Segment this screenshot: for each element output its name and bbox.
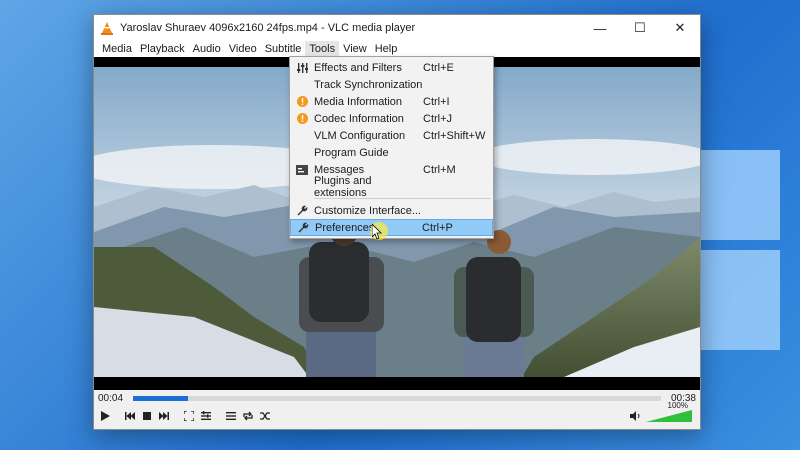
menu-item-label: Effects and Filters bbox=[314, 61, 402, 74]
previous-icon[interactable] bbox=[123, 409, 137, 423]
close-button[interactable]: ✕ bbox=[660, 15, 700, 41]
menu-item-program-guide[interactable]: Program Guide bbox=[290, 144, 493, 161]
menu-item-label: VLM Configuration bbox=[314, 129, 406, 142]
volume-percent: 100% bbox=[667, 401, 688, 410]
info-icon bbox=[290, 113, 314, 124]
menu-video[interactable]: Video bbox=[225, 41, 261, 57]
equalizer-icon bbox=[290, 62, 314, 73]
window-title: Yaroslav Shuraev 4096x2160 24fps.mp4 - V… bbox=[120, 22, 416, 34]
menu-item-label: Preferences bbox=[315, 221, 375, 234]
playlist-icon[interactable] bbox=[224, 409, 238, 423]
volume-control[interactable]: 100% bbox=[630, 401, 692, 422]
menu-item-customize-interface[interactable]: Customize Interface... bbox=[290, 202, 493, 219]
mouse-pointer-icon bbox=[372, 224, 382, 240]
windows-logo bbox=[700, 150, 780, 350]
title-bar[interactable]: Yaroslav Shuraev 4096x2160 24fps.mp4 - V… bbox=[94, 15, 700, 41]
menu-item-effects-and-filters[interactable]: Effects and Filters Ctrl+E bbox=[290, 59, 493, 76]
extended-settings-icon[interactable] bbox=[199, 409, 213, 423]
shuffle-icon[interactable] bbox=[258, 409, 272, 423]
seek-bar[interactable] bbox=[133, 395, 661, 401]
menu-media[interactable]: Media bbox=[98, 41, 136, 57]
menu-item-codec-information[interactable]: Codec Information Ctrl+J bbox=[290, 110, 493, 127]
tools-menu: Effects and Filters Ctrl+E Track Synchroni… bbox=[289, 56, 494, 239]
menu-audio[interactable]: Audio bbox=[189, 41, 225, 57]
menu-subtitle[interactable]: Subtitle bbox=[261, 41, 306, 57]
menu-item-label: Plugins and extensions bbox=[314, 174, 372, 199]
elapsed-time: 00:04 bbox=[98, 392, 124, 404]
menu-item-shortcut: Ctrl+J bbox=[423, 112, 453, 125]
menu-item-plugins-and-extensions[interactable]: Plugins and extensions bbox=[290, 175, 493, 199]
menu-help[interactable]: Help bbox=[371, 41, 402, 57]
fullscreen-icon[interactable] bbox=[182, 409, 196, 423]
messages-icon bbox=[290, 164, 314, 175]
menu-item-label: Codec Information bbox=[314, 112, 404, 125]
menu-item-label: Program Guide bbox=[314, 146, 389, 159]
play-icon[interactable] bbox=[98, 409, 112, 423]
vlc-cone-icon bbox=[101, 22, 113, 35]
menu-bar: Media Playback Audio Video Subtitle Tool… bbox=[94, 41, 700, 57]
loop-icon[interactable] bbox=[241, 409, 255, 423]
minimize-button[interactable]: — bbox=[580, 15, 620, 41]
info-icon bbox=[290, 96, 314, 107]
menu-playback[interactable]: Playback bbox=[136, 41, 189, 57]
menu-item-shortcut: Ctrl+M bbox=[423, 163, 456, 176]
menu-item-label: Media Information bbox=[314, 95, 403, 108]
menu-item-shortcut: Ctrl+P bbox=[422, 221, 453, 234]
menu-item-label: Track Synchronization bbox=[314, 78, 423, 91]
menu-item-track-synchronization[interactable]: Track Synchronization bbox=[290, 76, 493, 93]
maximize-button[interactable]: ☐ bbox=[620, 15, 660, 41]
menu-item-preferences[interactable]: Preferences Ctrl+P bbox=[290, 219, 493, 236]
menu-item-shortcut: Ctrl+I bbox=[423, 95, 450, 108]
menu-view[interactable]: View bbox=[339, 41, 371, 57]
menu-item-media-information[interactable]: Media Information Ctrl+I bbox=[290, 93, 493, 110]
control-bar: 00:04 00:38 100% bbox=[94, 391, 700, 429]
wrench-icon bbox=[291, 222, 315, 233]
volume-slider[interactable] bbox=[646, 410, 692, 422]
speaker-icon[interactable] bbox=[630, 411, 642, 421]
menu-item-shortcut: Ctrl+E bbox=[423, 61, 454, 74]
menu-item-shortcut: Ctrl+Shift+W bbox=[423, 129, 486, 142]
menu-tools[interactable]: Tools bbox=[305, 41, 340, 57]
menu-item-vlm-configuration[interactable]: VLM Configuration Ctrl+Shift+W bbox=[290, 127, 493, 144]
stop-icon[interactable] bbox=[140, 409, 154, 423]
menu-item-label: Customize Interface... bbox=[314, 204, 421, 217]
next-icon[interactable] bbox=[157, 409, 171, 423]
seek-progress bbox=[133, 395, 189, 401]
wrench-icon bbox=[290, 205, 314, 216]
